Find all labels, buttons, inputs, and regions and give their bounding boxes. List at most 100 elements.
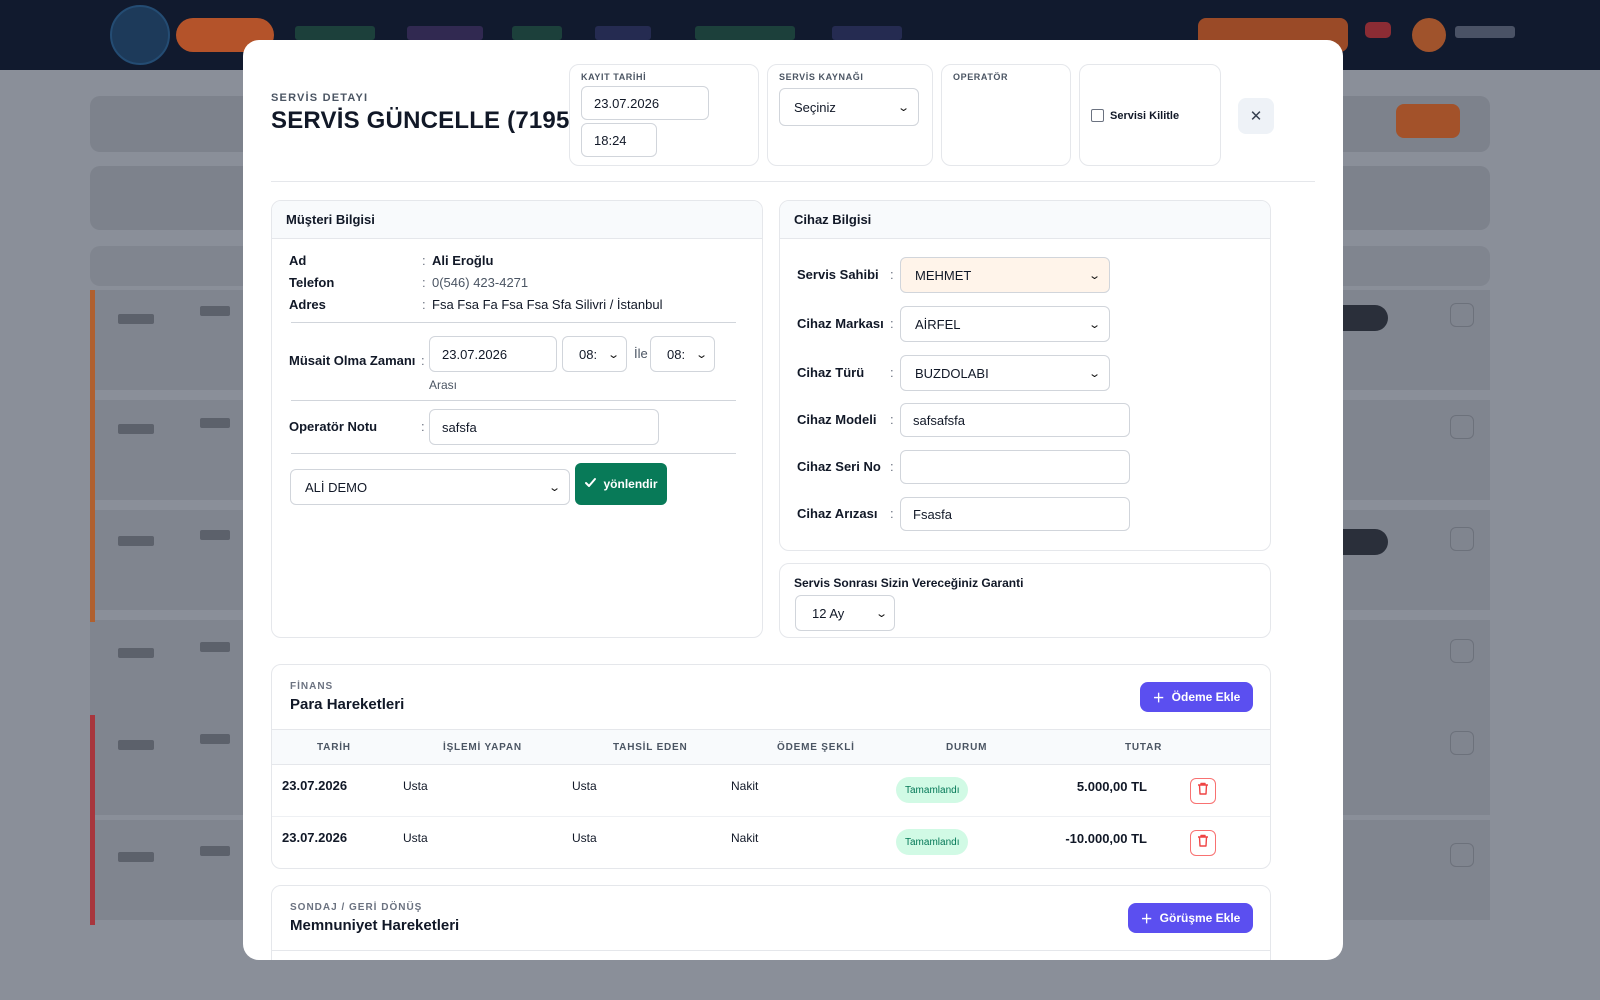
colon: :	[890, 412, 894, 427]
device-brand-select[interactable]: AİRFEL ⌄	[900, 306, 1110, 342]
row-performer: Usta	[403, 831, 428, 845]
column-header-date: TARİH	[317, 742, 351, 753]
add-payment-label: Ödeme Ekle	[1171, 690, 1241, 704]
availability-from-select[interactable]: 08: ⌄	[562, 336, 627, 372]
service-source-select[interactable]: Seçiniz ⌄	[779, 88, 919, 126]
delete-button[interactable]	[1190, 830, 1216, 856]
lock-checkbox[interactable]: Servisi Kilitle	[1091, 109, 1179, 122]
app-new-button	[1396, 104, 1460, 138]
colon: :	[890, 459, 894, 474]
customer-phone-key: Telefon	[289, 275, 335, 290]
app-cell	[200, 734, 230, 744]
chevron-down-icon: ⌄	[694, 348, 708, 361]
row-method: Nakit	[731, 831, 759, 845]
customer-panel: Müşteri Bilgisi Ad : Ali Eroğlu Telefon …	[271, 200, 763, 638]
chevron-down-icon: ⌄	[1087, 269, 1101, 282]
add-payment-button[interactable]: ＋ Ödeme Ekle	[1140, 682, 1253, 712]
device-panel: Cihaz Bilgisi Servis Sahibi : MEHMET ⌄ C…	[779, 200, 1271, 551]
app-row-checkbox	[1450, 303, 1474, 327]
column-header-amount: TUTAR	[1125, 742, 1163, 753]
chevron-down-icon: ⌄	[896, 101, 910, 114]
row-amount: 5.000,00 TL	[1076, 779, 1147, 794]
app-cell	[118, 536, 154, 546]
close-icon: ✕	[1249, 108, 1263, 125]
finance-table-header: TARİH İŞLEMİ YAPAN TAHSİL EDEN ÖDEME ŞEK…	[272, 729, 1270, 765]
app-nav-item	[295, 26, 375, 40]
row-amount: -10.000,00 TL	[1065, 831, 1147, 846]
app-nav-item	[407, 26, 483, 40]
status-badge: Tamamlandı	[896, 777, 969, 803]
device-fault-input[interactable]: Fsasfa	[900, 497, 1130, 531]
app-row-checkbox	[1450, 639, 1474, 663]
operator-note-label: Operatör Notu	[289, 419, 378, 434]
modal-eyebrow: SERVİS DETAYI	[271, 92, 369, 104]
operator-box: OPERATÖR	[941, 64, 1071, 166]
trash-icon	[1197, 834, 1209, 852]
colon: :	[421, 353, 425, 368]
status-badge: Tamamlandı	[896, 829, 969, 855]
customer-phone-value: 0(546) 423-4271	[432, 275, 529, 290]
colon: :	[422, 275, 426, 290]
operator-label: OPERATÖR	[953, 72, 1009, 82]
assignee-select[interactable]: ALİ DEMO ⌄	[290, 469, 570, 505]
trash-icon	[1197, 782, 1209, 800]
operator-note-input[interactable]: safsfa	[429, 409, 659, 445]
row-performer: Usta	[403, 779, 428, 793]
availability-to-select[interactable]: 08: ⌄	[650, 336, 715, 372]
modal-header: SERVİS DETAYI SERVİS GÜNCELLE (71959)	[271, 92, 591, 135]
warranty-label: Servis Sonrası Sizin Vereceğiniz Garanti	[794, 576, 1024, 590]
satisfaction-eyebrow: SONDAJ / GERİ DÖNÜŞ	[290, 902, 423, 913]
delete-button[interactable]	[1190, 778, 1216, 804]
device-type-value: BUZDOLABI	[915, 365, 989, 381]
row-collector: Usta	[572, 779, 597, 793]
record-date-input[interactable]: 23.07.2026	[581, 86, 709, 120]
lock-checkbox-box[interactable]	[1091, 109, 1104, 122]
section-divider	[272, 950, 1270, 951]
warranty-value: 12 Ay	[812, 605, 845, 621]
colon: :	[422, 253, 426, 268]
app-row-checkbox	[1450, 527, 1474, 551]
app-cell	[118, 648, 154, 658]
close-button[interactable]: ✕	[1238, 98, 1274, 134]
app-cell	[118, 852, 154, 862]
colon: :	[890, 267, 894, 282]
chevron-down-icon: ⌄	[547, 481, 561, 494]
customer-name-row: Ad : Ali Eroğlu	[289, 253, 493, 268]
device-owner-select[interactable]: MEHMET ⌄	[900, 257, 1110, 293]
warranty-select[interactable]: 12 Ay ⌄	[795, 595, 895, 631]
app-row-checkbox	[1450, 731, 1474, 755]
device-model-input[interactable]: safsafsfa	[900, 403, 1130, 437]
service-source-value: Seçiniz	[794, 99, 836, 115]
colon: :	[890, 365, 894, 380]
row-date: 23.07.2026	[282, 778, 348, 793]
satisfaction-panel: SONDAJ / GERİ DÖNÜŞ Memnuniyet Hareketle…	[271, 885, 1271, 960]
availability-suffix: Arası	[429, 378, 458, 392]
finance-panel: FİNANS Para Hareketleri ＋ Ödeme Ekle TAR…	[271, 664, 1271, 869]
table-row: 23.07.2026 Usta Usta Nakit Tamamlandı 5.…	[272, 765, 1270, 817]
record-time-input[interactable]: 18:24	[581, 123, 657, 157]
device-owner-value: MEHMET	[915, 267, 972, 283]
route-button[interactable]: yönlendir	[575, 463, 667, 505]
service-update-modal: SERVİS DETAYI SERVİS GÜNCELLE (71959) KA…	[243, 40, 1343, 960]
device-serial-input[interactable]	[900, 450, 1130, 484]
add-call-button[interactable]: ＋ Görüşme Ekle	[1128, 903, 1253, 933]
device-model-label: Cihaz Modeli	[797, 412, 877, 427]
record-date-box: KAYIT TARİHİ 23.07.2026 18:24	[569, 64, 759, 166]
availability-date-input[interactable]: 23.07.2026	[429, 336, 557, 372]
chevron-down-icon: ⌄	[1087, 318, 1101, 331]
availability-label: Müsait Olma Zamanı	[289, 353, 416, 368]
column-header-method: ÖDEME ŞEKLİ	[777, 742, 855, 753]
app-nav-item	[512, 26, 562, 40]
record-date-label: KAYIT TARİHİ	[581, 72, 647, 82]
device-fault-label: Cihaz Arızası	[797, 506, 878, 521]
section-divider	[291, 400, 736, 401]
app-cell	[200, 418, 230, 428]
service-source-label: SERVİS KAYNAĞI	[779, 72, 864, 82]
column-header-collector: TAHSİL EDEN	[613, 742, 688, 753]
app-cell	[118, 314, 154, 324]
colon: :	[422, 297, 426, 312]
app-logo-circle	[110, 5, 170, 65]
device-type-select[interactable]: BUZDOLABI ⌄	[900, 355, 1110, 391]
service-source-box: SERVİS KAYNAĞI Seçiniz ⌄	[767, 64, 933, 166]
app-notification-badge	[1365, 22, 1391, 38]
